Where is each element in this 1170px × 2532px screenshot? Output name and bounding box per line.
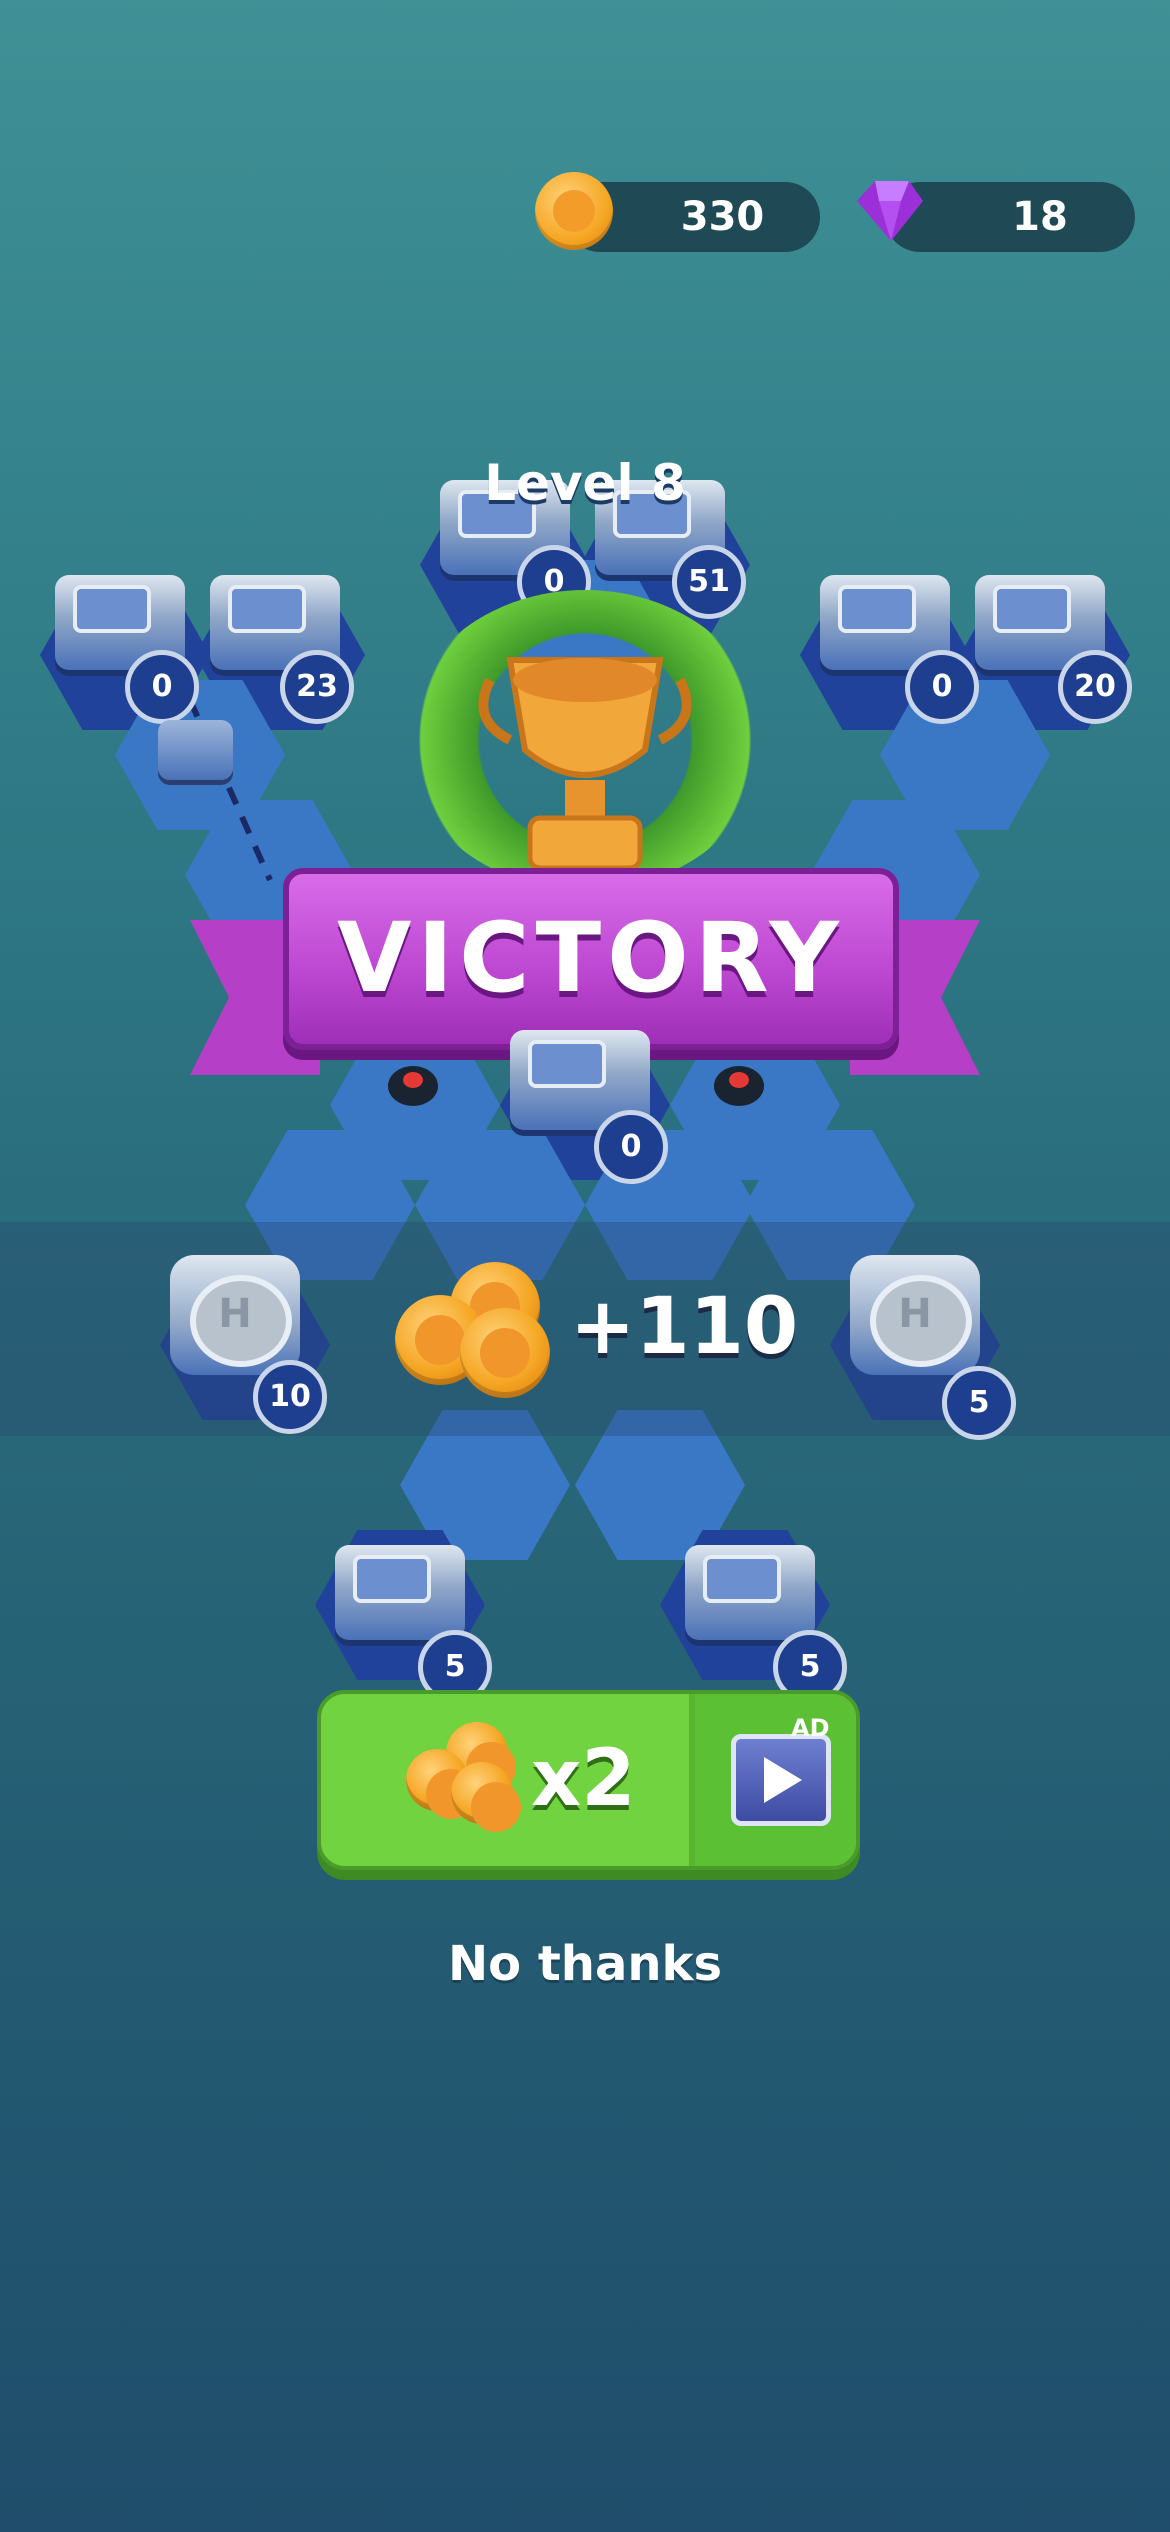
helipad-letter: H [898, 1291, 932, 1337]
gem-icon [857, 181, 923, 241]
level-label: Level 8 [484, 454, 686, 512]
helipad-building[interactable]: H [170, 1255, 300, 1375]
unit-count-badge: 51 [672, 545, 746, 619]
multiplier-label: x2 [531, 1734, 636, 1824]
tank-unit [158, 720, 233, 780]
unit-count-badge: 5 [942, 1366, 1016, 1440]
mine-icon [714, 1066, 764, 1106]
ad-label: AD [791, 1714, 830, 1742]
victory-banner: VICTORY [283, 868, 899, 1050]
no-thanks-button[interactable]: No thanks [0, 1936, 1170, 1992]
helipad-building[interactable]: H [850, 1255, 980, 1375]
mine-icon [388, 1066, 438, 1106]
unit-count-badge: 0 [905, 650, 979, 724]
unit-count-badge: 10 [253, 1360, 327, 1434]
victory-text: VICTORY [337, 902, 845, 1014]
gem-count: 18 [1012, 194, 1068, 240]
unit-count-badge: 23 [280, 650, 354, 724]
coin-icon [535, 172, 613, 250]
unit-count-badge: 20 [1058, 650, 1132, 724]
factory-building[interactable] [335, 1545, 465, 1640]
unit-count-badge: 0 [125, 650, 199, 724]
reward-amount: +110 [570, 1282, 799, 1372]
button-divider [689, 1694, 695, 1866]
coin-icon [451, 1762, 521, 1832]
factory-building[interactable] [685, 1545, 815, 1640]
trophy-icon [478, 657, 692, 871]
coin-icon [460, 1308, 550, 1398]
unit-count-badge: 0 [594, 1110, 668, 1184]
coin-count: 330 [680, 194, 765, 240]
double-reward-button[interactable]: x2 AD [317, 1690, 860, 1870]
play-video-icon [731, 1734, 831, 1826]
helipad-letter: H [218, 1291, 252, 1337]
